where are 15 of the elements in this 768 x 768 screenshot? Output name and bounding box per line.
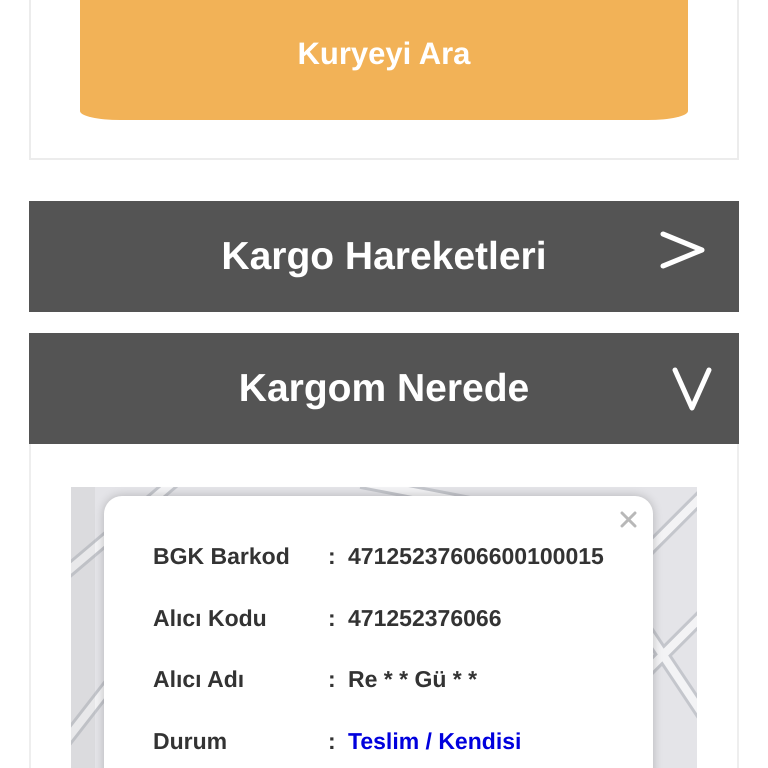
field-value: 47125237606600100015 [348, 543, 604, 570]
colon-separator: : [328, 604, 337, 632]
field-label: Alıcı Adı [153, 666, 246, 694]
colon-separator: : [328, 728, 337, 755]
field-value: 471252376066 [348, 604, 502, 632]
accordion-header[interactable]: Kargo Hareketleri [29, 201, 739, 312]
field-label: BGK Barkod [153, 543, 291, 570]
field-label: Alıcı Kodu [153, 604, 268, 632]
status-value: Teslim / Kendisi [348, 728, 522, 755]
field-label: Durum [153, 728, 228, 755]
colon-separator: : [328, 666, 337, 694]
accordion-header[interactable]: Kargom Nerede [29, 333, 739, 444]
close-icon[interactable] [620, 511, 637, 528]
colon-separator: : [328, 543, 337, 570]
field-value: Re * * Gü * * [348, 666, 478, 694]
